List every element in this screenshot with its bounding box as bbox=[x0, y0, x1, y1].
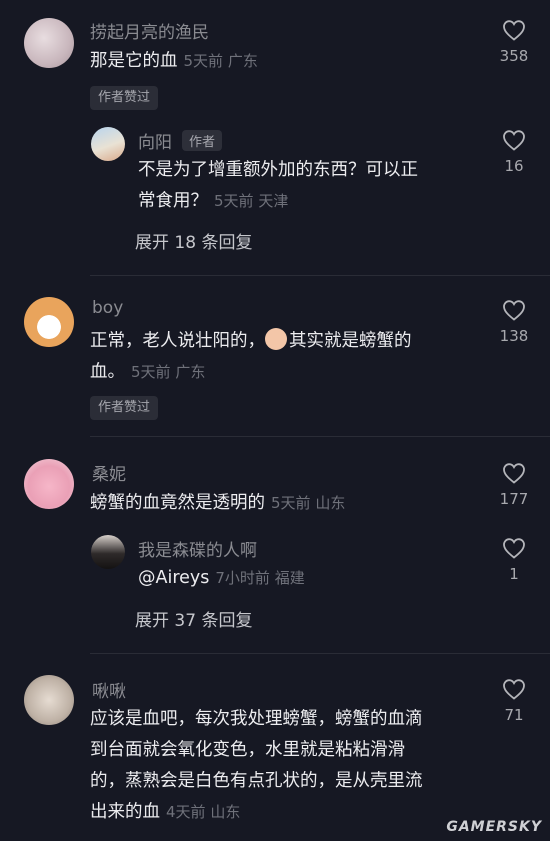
heart-icon bbox=[503, 538, 525, 559]
comment-text: 应该是血吧，每次我处理螃蟹，螃蟹的血滴 到台面就会氧化变色，水里就是粘粘滑滑 的… bbox=[90, 709, 423, 822]
like-button[interactable]: 177 bbox=[494, 462, 534, 508]
comment-username[interactable]: 啾啾 bbox=[92, 677, 126, 702]
divider bbox=[90, 653, 550, 654]
reply-like-button[interactable]: 16 bbox=[494, 129, 534, 175]
reply-text: @Aireys 7小时前 福建 bbox=[138, 568, 305, 588]
comment-username[interactable]: boy bbox=[92, 298, 123, 318]
comment-username[interactable]: 桑妮 bbox=[92, 460, 126, 485]
comment-location: 广东 bbox=[227, 52, 258, 70]
comment-time: 5天前 bbox=[131, 363, 171, 381]
heart-icon bbox=[503, 679, 525, 700]
comment-time: 5天前 bbox=[271, 494, 311, 512]
like-count: 138 bbox=[499, 327, 529, 345]
author-liked-badge: 作者赞过 bbox=[90, 396, 159, 420]
reply-username[interactable]: 我是森碟的人啊 bbox=[138, 536, 257, 561]
comment-location: 广东 bbox=[175, 363, 206, 381]
heart-icon bbox=[503, 300, 525, 321]
comment-text: 那是它的血 5天前 广东 bbox=[90, 51, 258, 71]
author-tag: 作者 bbox=[182, 130, 223, 151]
reply-time: 5天前 bbox=[214, 192, 254, 210]
reply-avatar[interactable] bbox=[91, 535, 125, 569]
reply-location: 天津 bbox=[258, 192, 289, 210]
like-button[interactable]: 358 bbox=[494, 19, 534, 65]
reply-like-button[interactable]: 1 bbox=[494, 537, 534, 583]
reply-avatar[interactable] bbox=[91, 127, 125, 161]
reply-time: 7小时前 bbox=[215, 569, 270, 587]
like-count: 16 bbox=[504, 157, 524, 175]
like-count: 177 bbox=[499, 490, 529, 508]
comment-location: 山东 bbox=[210, 803, 241, 821]
reply-username[interactable]: 向阳 作者 bbox=[138, 128, 223, 153]
author-liked-badge: 作者赞过 bbox=[90, 86, 159, 110]
like-count: 358 bbox=[499, 47, 529, 65]
watermark: GAMERSKY bbox=[446, 819, 542, 835]
heart-icon bbox=[503, 463, 525, 484]
heart-icon bbox=[503, 130, 525, 151]
reply-location: 福建 bbox=[274, 569, 305, 587]
divider bbox=[90, 275, 550, 276]
avatar[interactable] bbox=[24, 297, 74, 347]
divider bbox=[90, 436, 550, 437]
avatar[interactable] bbox=[24, 675, 74, 725]
like-count: 71 bbox=[504, 706, 524, 724]
expand-replies-button[interactable]: 展开 37 条回复 bbox=[135, 606, 252, 631]
like-count: 1 bbox=[509, 565, 519, 583]
reply-text: 不是为了增重额外加的东西？可以正 常食用？ 5天前 天津 bbox=[138, 160, 418, 211]
heart-icon bbox=[503, 20, 525, 41]
like-button[interactable]: 71 bbox=[494, 678, 534, 724]
avatar[interactable] bbox=[24, 18, 74, 68]
comment-text: 螃蟹的血竟然是透明的 5天前 山东 bbox=[90, 493, 346, 513]
like-button[interactable]: 138 bbox=[494, 299, 534, 345]
comment-text: 正常，老人说壮阳的， 其实就是螃蟹的 血。 5天前 广东 bbox=[90, 326, 412, 388]
comment-time: 5天前 bbox=[183, 52, 224, 70]
comment-time: 4天前 bbox=[166, 803, 206, 821]
expand-replies-button[interactable]: 展开 18 条回复 bbox=[135, 228, 252, 253]
avatar[interactable] bbox=[24, 459, 74, 509]
emoji-icon bbox=[265, 328, 287, 350]
comment-location: 山东 bbox=[315, 494, 346, 512]
comment-username[interactable]: 捞起月亮的渔民 bbox=[90, 18, 209, 43]
